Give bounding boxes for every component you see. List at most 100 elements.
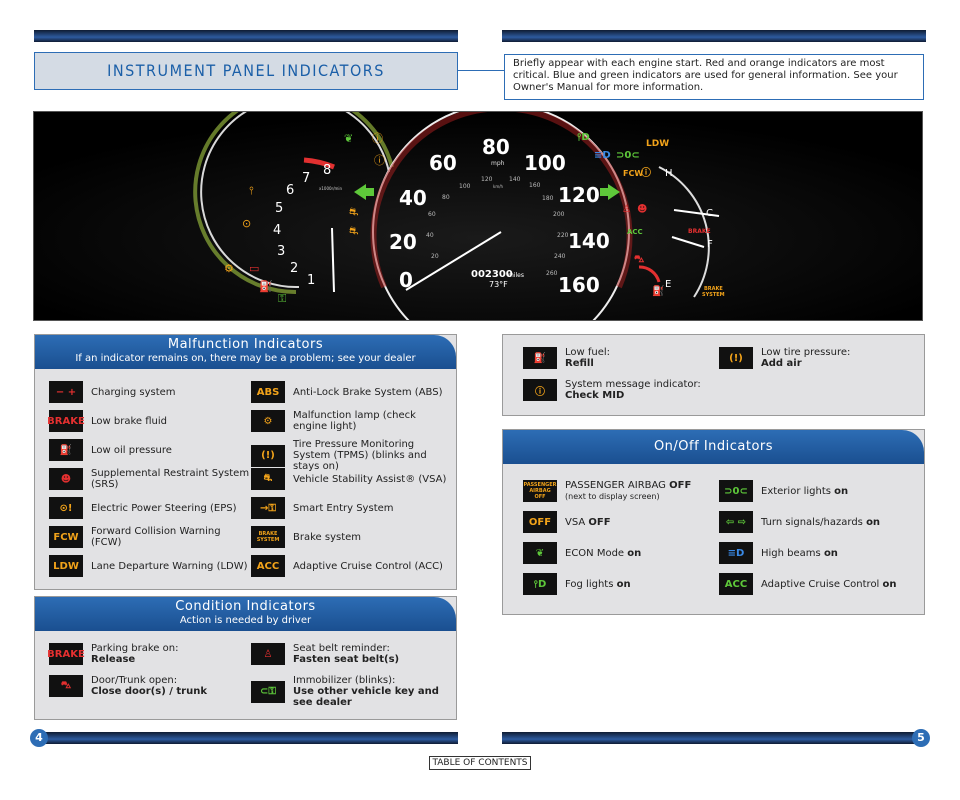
condition-subtitle: Action is needed by driver [179,615,312,626]
econ-icon: ❦ [523,542,557,564]
acc-text-icon: ACC [251,555,285,577]
indicator-row: ⊂⚿ Immobilizer (blinks): Use other vehicle… [251,675,456,708]
malfunction-subtitle: If an indicator remains on, there may be… [75,353,416,364]
speed-tick-120: 120 [558,183,600,207]
indicator-row: PASSENGER AIRBAG OFF PASSENGER AIRBAG OFF… [523,480,691,502]
speed-tick-60: 60 [429,151,457,175]
indicator-row: ⛽ Low fuel: Refill [523,347,610,369]
indicator-action: Release [91,654,136,665]
speed-unit: mph [491,160,505,167]
instrument-cluster-svg: x1000r/min 1 2 3 4 5 6 7 8 ⫯ ⊙ ⚙ ▭ ⛽ ⚿ ❦ [34,112,922,320]
fuel-icon: ⛽ [652,284,664,297]
info-section: ⛽ Low fuel: Refill (!) Low tire pressure: Add… [502,334,925,416]
rpm-tick-4: 4 [273,223,281,238]
kmh-tick-200: 200 [553,211,565,218]
tpms-icon: ⓘ [372,132,383,145]
page-number-right: 5 [912,729,930,747]
rpm-tick-5: 5 [275,201,283,216]
oil-temp-icon: ⫯ [249,184,254,197]
indicator-row: ABS Anti-Lock Brake System (ABS) [251,381,442,403]
rpm-tick-8: 8 [323,163,331,178]
indicator-label: Smart Entry System [293,502,394,514]
indicator-row: BRAKE SYSTEM Brake system [251,526,361,548]
bottom-bar-left [34,732,458,744]
indicator-label: Vehicle Stability Assist® (VSA) [293,473,447,485]
high-beam-icon: ≡D [594,150,611,161]
indicator-row: (!) Low tire pressure: Add air [719,347,850,369]
indicator-row: ⫯D Fog lights on [523,573,631,595]
indicator-state: OFF [588,516,611,528]
smart-entry-icon: →⚿ [251,497,285,519]
oil-icon: ⛽ [259,280,273,293]
fcw-text-icon: FCW [49,526,83,548]
temp-cold-label: C [706,208,713,219]
kmh-tick-240: 240 [554,253,566,260]
indicator-label: Parking brake on: [91,643,179,654]
indicator-state: on [616,578,631,590]
indicator-label: Low tire pressure: [761,347,851,358]
rpm-tick-7: 7 [302,171,310,186]
indicator-label: Malfunction lamp (check engine light) [293,410,416,432]
tpms-right-icon: ⓘ [641,166,651,179]
speed-tick-0: 0 [399,268,413,292]
indicator-label: Seat belt reminder: [293,643,390,654]
battery-icon: ▭ [249,262,259,275]
indicator-label: Turn signals/hazards [761,516,863,528]
condition-title: Condition Indicators [175,599,316,614]
high-beam-icon: ≡D [719,542,753,564]
indicator-action: Check MID [565,390,625,401]
indicator-row: BRAKE Parking brake on: Release [47,643,179,665]
onoff-section: On/Off Indicators PASSENGER AIRBAG OFF PA… [502,429,925,615]
fog-lights-icon: ⫯D [576,132,590,143]
speed-tick-40: 40 [399,186,427,210]
kmh-unit: km/h [493,184,504,189]
indicator-row: ☻ Supplemental Restraint System (SRS) [49,468,251,490]
speed-tick-160: 160 [558,273,600,297]
page-title: INSTRUMENT PANEL INDICATORS [107,61,385,80]
fuel-empty-label: E [665,279,671,290]
indicator-state: on [834,485,849,497]
malfunction-section: Malfunction Indicators If an indicator r… [34,334,457,590]
rpm-unit: x1000r/min [319,186,343,191]
indicator-state: on [823,547,838,559]
info-icon: ⓘ [374,154,385,167]
indicator-row: ⓘ System message indicator: Check MID [523,379,701,401]
rpm-tick-3: 3 [277,244,285,259]
steering-icon: ⊙! [49,497,83,519]
title-connector [458,70,504,71]
manual-spread: INSTRUMENT PANEL INDICATORS Briefly appe… [0,0,960,800]
instrument-cluster-image: x1000r/min 1 2 3 4 5 6 7 8 ⫯ ⊙ ⚙ ▭ ⛽ ⚿ ❦ [33,111,923,321]
top-bar-left [34,30,458,42]
kmh-tick-260: 260 [546,270,558,277]
kmh-tick-120: 120 [481,176,493,183]
indicator-row: ⛽ Low oil pressure [49,439,172,461]
info-icon: ⓘ [523,379,557,401]
indicator-label: ECON Mode [565,547,625,559]
malfunction-header: Malfunction Indicators If an indicator r… [35,335,456,369]
table-of-contents-link[interactable]: TABLE OF CONTENTS [429,756,531,770]
seatbelt-icon: ♙ [251,643,285,665]
vsa-off-icon: OFF [523,511,557,533]
intro-text: Briefly appear with each engine start. R… [504,54,924,100]
seatbelt-icon: ♙ [622,204,631,215]
page-number-left: 4 [30,729,48,747]
indicator-row: FCW Forward Collision Warning (FCW) [49,526,251,548]
passenger-airbag-icon: PASSENGER AIRBAG OFF [523,480,557,502]
speed-tick-20: 20 [389,230,417,254]
indicator-row: − + Charging system [49,381,176,403]
indicator-label: Low brake fluid [91,415,167,427]
indicator-state: on [866,516,881,528]
fuel-icon: ⛽ [523,347,557,369]
kmh-tick-40: 40 [426,232,434,239]
indicator-label: System message indicator: [565,379,701,390]
kmh-tick-60: 60 [428,211,436,218]
rpm-tick-6: 6 [286,183,294,198]
indicator-label: Immobilizer (blinks): [293,675,396,686]
indicator-label: Adaptive Cruise Control [761,578,880,590]
indicator-label: Low oil pressure [91,444,172,456]
exterior-lights-icon: ⊃0⊂ [719,480,753,502]
indicator-label: PASSENGER AIRBAG [565,480,666,491]
indicator-label: Fog lights [565,578,614,590]
onoff-title: On/Off Indicators [653,439,774,454]
ldw-text-icon: LDW [49,555,83,577]
